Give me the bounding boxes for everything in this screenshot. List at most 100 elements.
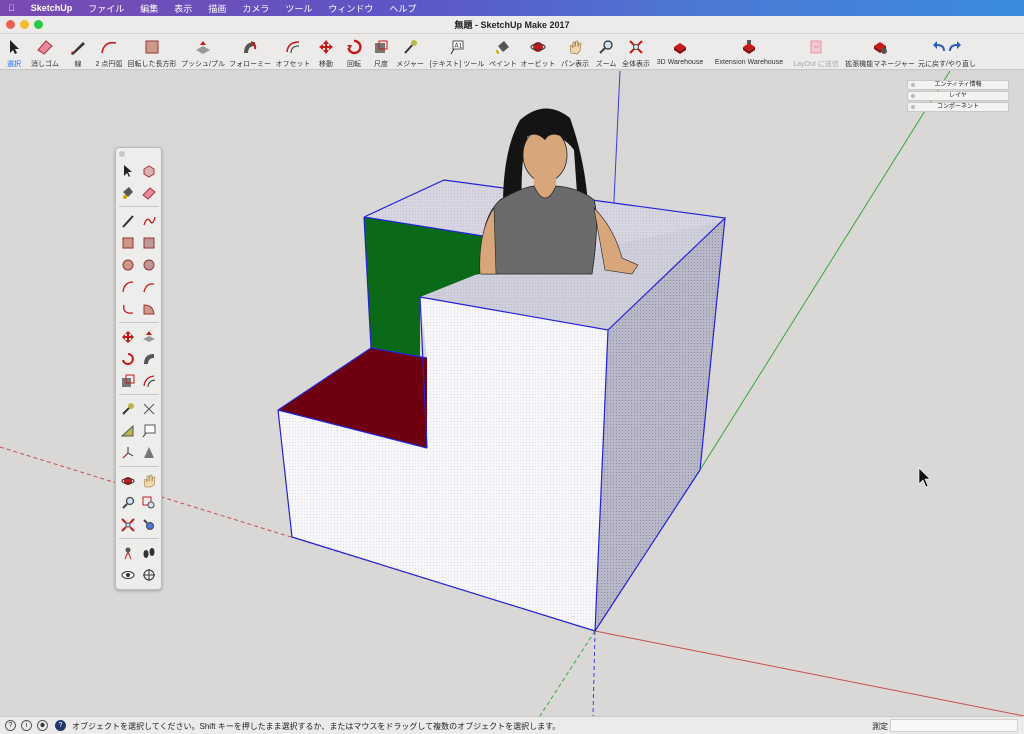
tool-extension-warehouse-button[interactable]: Extension Warehouse [709,34,789,70]
palette-position-camera-icon[interactable] [119,544,137,562]
palette-2point-arc-icon[interactable] [140,278,158,296]
palette-pan-icon[interactable] [140,472,158,490]
palette-line-icon[interactable] [119,212,137,230]
palette-freehand-icon[interactable] [140,212,158,230]
drawing-viewport[interactable]: エンティティ情報 レイヤ コンポーネント [0,71,1024,716]
palette-axes-icon[interactable] [119,444,137,462]
extension-manager-icon [871,38,889,56]
tool-offset-button[interactable]: オフセット [274,34,312,70]
main-toolbar: 選択 消しゴム 線 2 点円弧 回転した長方形 プッシュ/プル フォローミー オ… [0,34,1024,70]
tool-line-button[interactable]: 線 [64,34,92,70]
palette-tape-measure-icon[interactable] [119,400,137,418]
palette-offset-icon[interactable] [140,372,158,390]
menu-window[interactable]: ウィンドウ [320,2,381,15]
palette-look-around-icon[interactable] [119,566,137,584]
tool-text-button[interactable]: A1 [テキスト] ツール [428,34,486,70]
palette-zoom-icon[interactable] [119,494,137,512]
palette-pie-icon[interactable] [140,300,158,318]
pencil-icon [69,38,87,56]
tool-paint-button[interactable]: ペイント [488,34,518,70]
tool-rotate-label: 回転 [347,61,361,68]
tool-select-button[interactable]: 選択 [2,34,26,70]
tool-follow-me-button[interactable]: フォローミー [228,34,272,70]
tool-send-to-layout-button[interactable]: LayOut に送信 [790,34,842,70]
tool-zoom-button[interactable]: ズーム [592,34,620,70]
menu-file[interactable]: ファイル [80,2,132,15]
paint-bucket-icon [494,38,512,56]
measurements-input[interactable] [890,719,1018,732]
instructor-icon[interactable]: ? [55,720,66,731]
tray-entity-info[interactable]: エンティティ情報 [907,80,1009,90]
orbit-icon [529,38,547,56]
palette-3d-text-icon[interactable] [140,444,158,462]
tool-tape-measure-button[interactable]: メジャー [394,34,426,70]
tool-orbit-label: オービット [520,61,556,68]
tool-arc-button[interactable]: 2 点円弧 [92,34,126,70]
palette-polygon-icon[interactable] [140,256,158,274]
menu-tools[interactable]: ツール [277,2,320,15]
menu-view[interactable]: 表示 [166,2,200,15]
palette-zoom-extents-icon[interactable] [119,516,137,534]
palette-select-icon[interactable] [119,162,137,180]
menu-help[interactable]: ヘルプ [381,2,424,15]
tool-rotated-rectangle-button[interactable]: 回転した長方形 [128,34,177,70]
tool-extension-warehouse-label: Extension Warehouse [714,59,784,66]
palette-rotated-rectangle-icon[interactable] [140,234,158,252]
push-pull-icon [194,38,212,56]
palette-paint-icon[interactable] [119,184,137,202]
tool-extension-manager-button[interactable]: 拡張機能マネージャー [844,34,916,70]
palette-component-icon[interactable] [140,162,158,180]
palette-text-icon[interactable] [140,422,158,440]
palette-protractor-icon[interactable] [119,422,137,440]
palette-zoom-window-icon[interactable] [140,494,158,512]
zoom-window-button[interactable] [34,20,43,29]
apple-menu-icon[interactable]:  [0,3,23,13]
text-tool-icon: A1 [448,38,466,56]
geo-location-icon[interactable]: ? [5,720,16,731]
palette-walk-icon[interactable] [140,544,158,562]
status-bar: ? i ☻ ? オブジェクトを選択してください。Shift キーを押したまま選択… [0,716,1024,734]
palette-section-plane-icon[interactable] [140,566,158,584]
menu-edit[interactable]: 編集 [132,2,166,15]
tool-undo-redo-button[interactable]: 元に戻す/やり直し [918,34,976,70]
tool-scale-button[interactable]: 尺度 [368,34,394,70]
palette-close-button[interactable] [119,151,125,157]
tool-orbit-button[interactable]: オービット [520,34,556,70]
palette-circle-icon[interactable] [119,256,137,274]
palette-rotate-icon[interactable] [119,350,137,368]
palette-dimension-icon[interactable] [140,400,158,418]
palette-arc-icon[interactable] [119,278,137,296]
palette-move-icon[interactable] [119,328,137,346]
credits-icon[interactable]: i [21,720,32,731]
app-menu[interactable]: SketchUp [23,3,81,13]
menu-camera[interactable]: カメラ [234,2,277,15]
tool-undo-redo-label: 元に戻す/やり直し [918,61,976,68]
tray-layers[interactable]: レイヤ [907,91,1009,101]
mouse-cursor-icon [918,467,931,488]
palette-push-pull-icon[interactable] [140,328,158,346]
tool-3d-warehouse-button[interactable]: 3D Warehouse [653,34,707,70]
palette-scale-icon[interactable] [119,372,137,390]
tape-measure-icon [401,38,419,56]
tool-push-pull-button[interactable]: プッシュ/プル [180,34,226,70]
tool-zoom-extents-button[interactable]: 全体表示 [620,34,652,70]
palette-3point-arc-icon[interactable] [119,300,137,318]
send-to-layout-icon [807,38,825,56]
green-axis-neg [539,630,596,716]
palette-orbit-icon[interactable] [119,472,137,490]
tool-eraser-button[interactable]: 消しゴム [28,34,62,70]
tool-extension-manager-label: 拡張機能マネージャー [845,61,915,68]
tool-pan-button[interactable]: パン表示 [558,34,592,70]
tool-move-button[interactable]: 移動 [312,34,340,70]
palette-eraser-icon[interactable] [140,184,158,202]
palette-previous-view-icon[interactable] [140,516,158,534]
palette-rectangle-icon[interactable] [119,234,137,252]
tool-rotate-button[interactable]: 回転 [340,34,368,70]
offset-icon [284,38,302,56]
close-window-button[interactable] [6,20,15,29]
minimize-window-button[interactable] [20,20,29,29]
menu-draw[interactable]: 描画 [200,2,234,15]
palette-follow-me-icon[interactable] [140,350,158,368]
tray-components[interactable]: コンポーネント [907,102,1009,112]
user-account-icon[interactable]: ☻ [37,720,48,731]
